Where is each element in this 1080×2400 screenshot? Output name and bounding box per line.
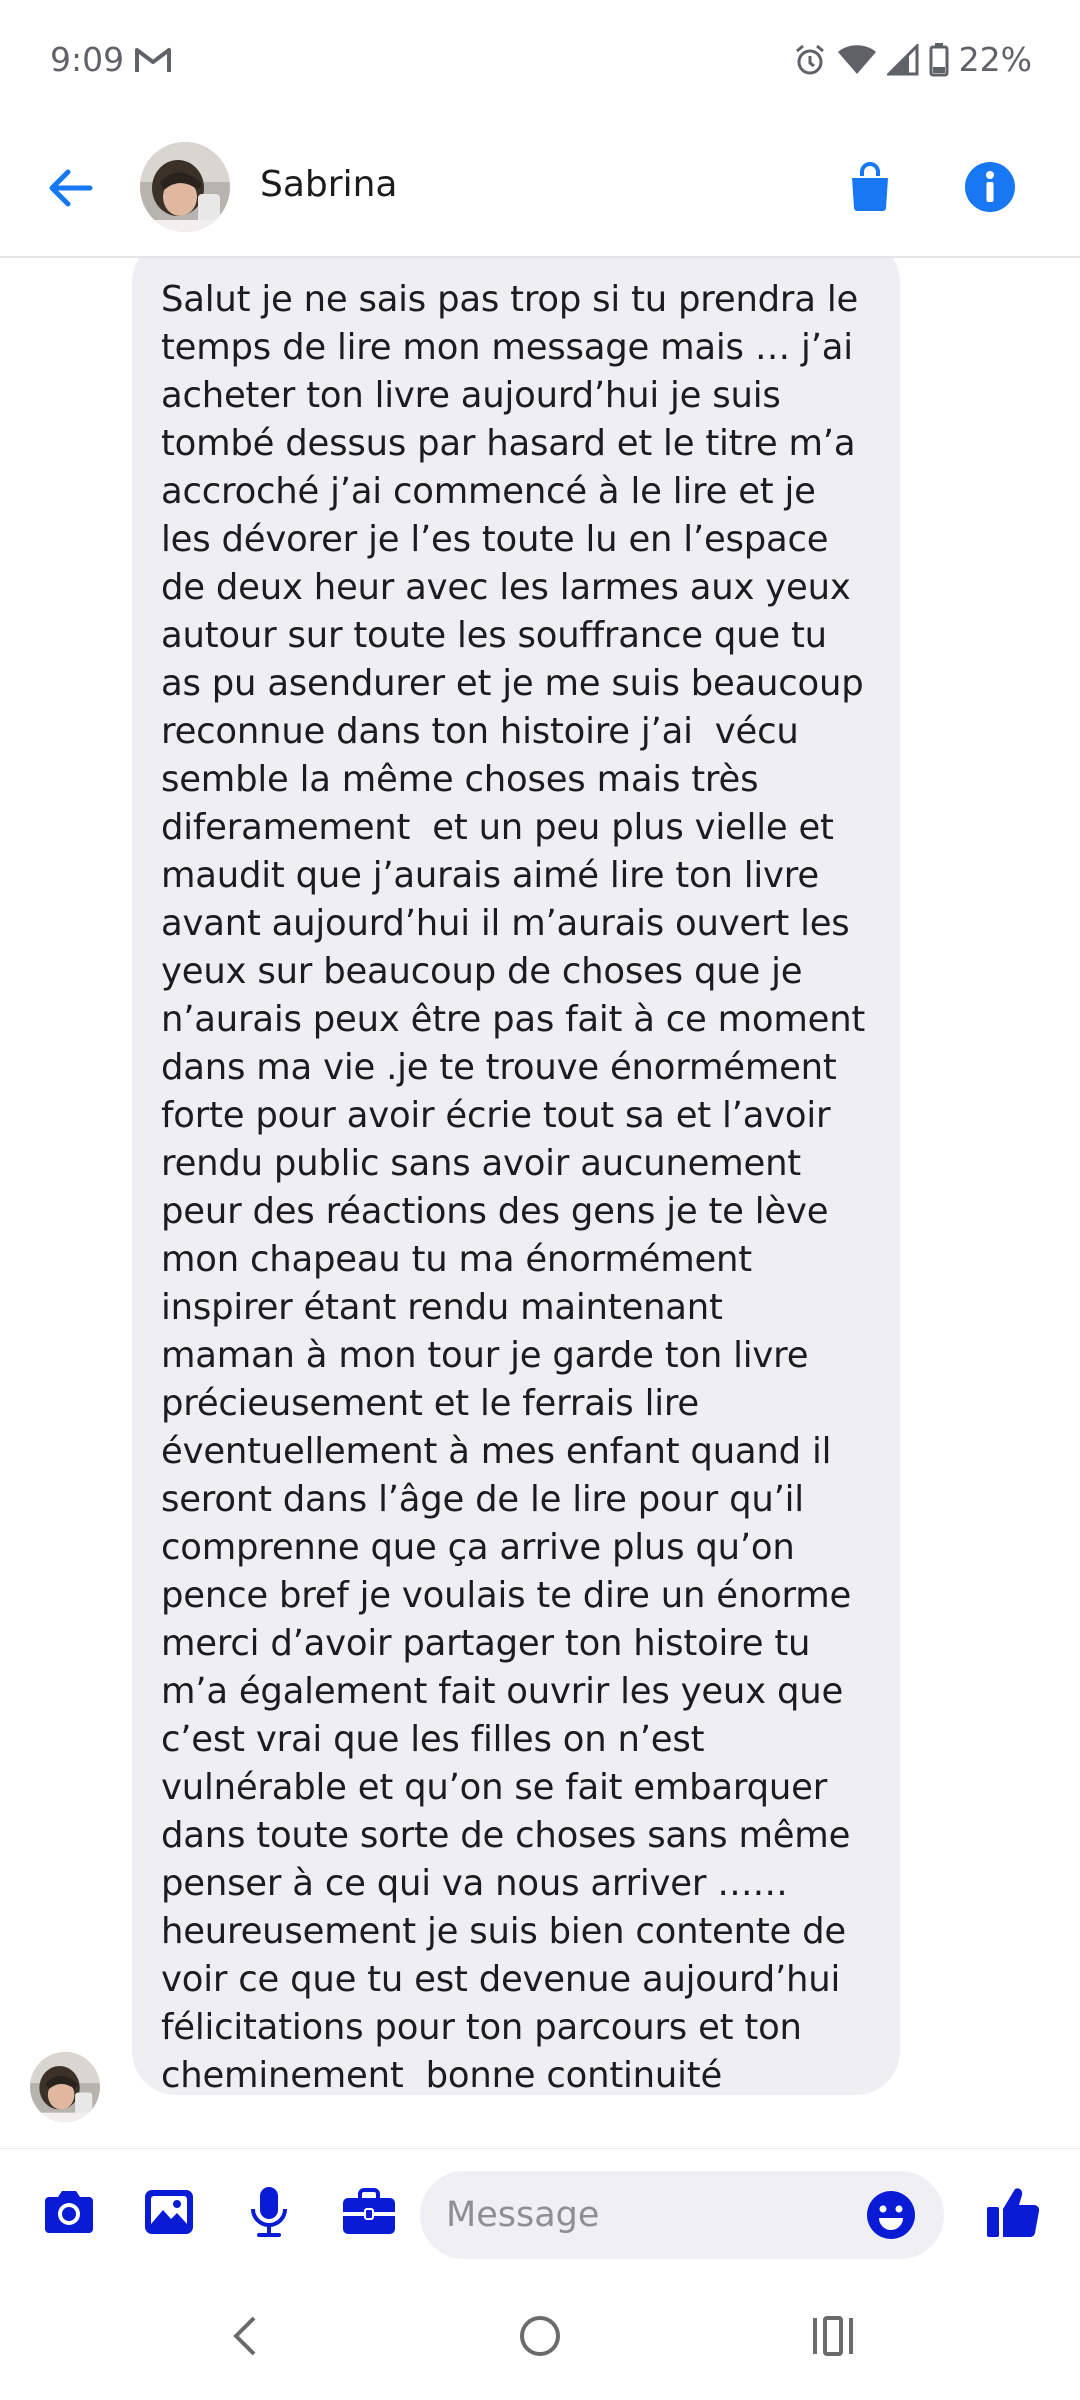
back-button[interactable]: [38, 158, 102, 222]
voice-button[interactable]: [236, 2181, 302, 2247]
gallery-button[interactable]: [136, 2181, 202, 2247]
composer-bar: Message: [0, 2148, 1080, 2279]
conversation-header: Sabrina: [0, 128, 1080, 258]
camera-icon: [41, 2189, 97, 2239]
business-tools-button[interactable]: [336, 2181, 402, 2247]
status-time: 9:09: [50, 40, 125, 79]
info-icon: [964, 161, 1016, 217]
gmail-icon: [134, 46, 172, 78]
status-icons: 22%: [793, 40, 1032, 79]
message-input[interactable]: Message: [420, 2171, 944, 2259]
alarm-icon: [793, 43, 827, 77]
message-placeholder: Message: [446, 2195, 600, 2235]
wifi-icon: [837, 44, 877, 76]
thumbs-up-icon: [985, 2185, 1041, 2243]
system-nav-bar: [0, 2278, 1080, 2400]
back-arrow-icon: [46, 168, 94, 212]
battery-icon: [929, 42, 949, 77]
recents-nav-icon: [811, 2316, 855, 2360]
message-text: Salut je ne sais pas trop si tu prendra …: [161, 279, 866, 2096]
message-list[interactable]: Salut je ne sais pas trop si tu prendra …: [0, 258, 1080, 2148]
like-button[interactable]: [980, 2181, 1046, 2247]
camera-button[interactable]: [36, 2181, 102, 2247]
status-bar: 9:09 22%: [0, 0, 1080, 128]
emoji-icon[interactable]: [864, 2188, 918, 2242]
back-nav-icon: [230, 2314, 260, 2362]
marketplace-button[interactable]: [835, 154, 905, 224]
nav-home-button[interactable]: [505, 2308, 575, 2368]
nav-recents-button[interactable]: [798, 2308, 868, 2368]
battery-level: 22%: [958, 40, 1032, 79]
shopping-bag-icon: [848, 162, 892, 216]
info-button[interactable]: [955, 154, 1025, 224]
message-bubble[interactable]: Salut je ne sais pas trop si tu prendra …: [132, 258, 900, 2096]
briefcase-icon: [341, 2188, 397, 2240]
home-nav-icon: [518, 2314, 562, 2362]
microphone-icon: [249, 2185, 289, 2243]
gallery-icon: [143, 2188, 195, 2240]
sender-avatar[interactable]: [30, 2052, 100, 2122]
nav-back-button[interactable]: [210, 2308, 280, 2368]
signal-icon: [886, 43, 919, 76]
contact-avatar[interactable]: [140, 142, 230, 232]
contact-name[interactable]: Sabrina: [260, 164, 397, 205]
